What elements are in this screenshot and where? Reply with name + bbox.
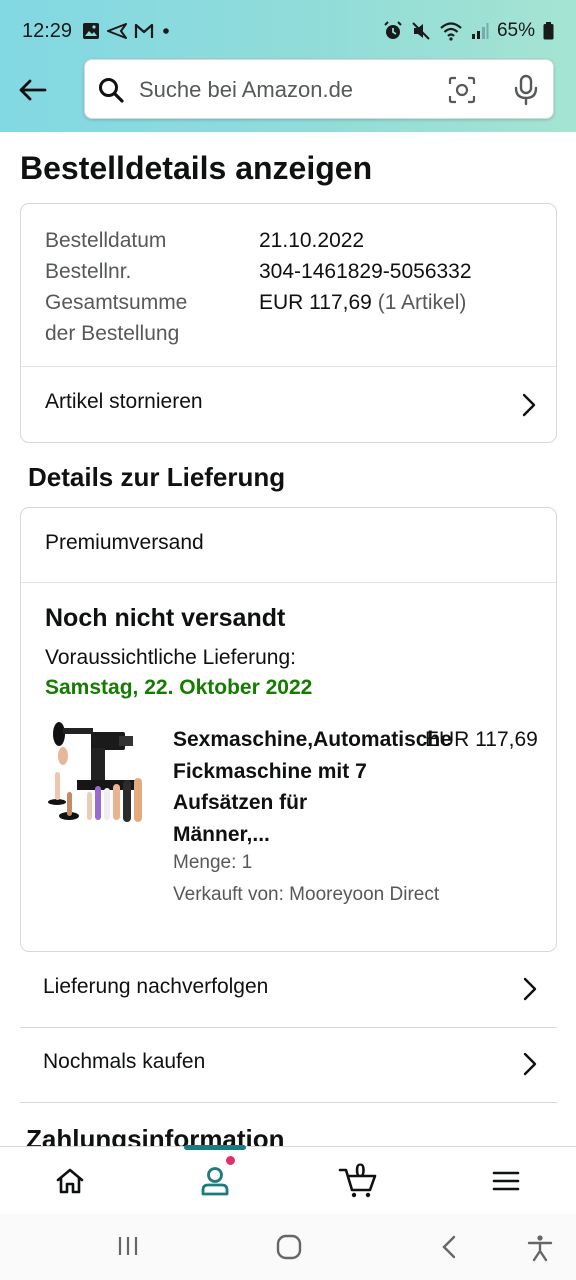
hamburger-menu-icon: [492, 1171, 520, 1191]
home-icon: [56, 1168, 84, 1194]
shipment-status: Noch nicht versandt: [45, 604, 286, 632]
battery-icon: [543, 22, 554, 40]
product-seller: Verkauft von: Mooreyoon Direct: [173, 884, 440, 905]
product-quantity: Menge: 1: [173, 852, 253, 873]
product-image[interactable]: [47, 722, 151, 828]
arrow-left-icon: [19, 79, 47, 101]
order-item-count: (1 Artikel): [377, 291, 467, 314]
chevron-right-icon: [523, 1052, 537, 1076]
status-bar: 12:29 65%: [0, 0, 576, 64]
back-button[interactable]: [12, 72, 52, 108]
cart-count: 0: [355, 1161, 366, 1182]
order-total-value: EUR 117,69: [259, 291, 372, 314]
buy-again-label: Nochmals kaufen: [43, 1050, 206, 1073]
cancel-items-label: Artikel stornieren: [45, 390, 203, 413]
recent-apps-icon[interactable]: [116, 1234, 140, 1258]
mute-icon: [412, 22, 430, 40]
order-date-value: 21.10.2022: [259, 229, 365, 252]
track-delivery-link[interactable]: Lieferung nachverfolgen: [20, 953, 557, 1028]
page-title: Bestelldetails anzeigen: [20, 150, 373, 186]
back-chevron-icon[interactable]: [440, 1234, 458, 1260]
delivery-card: Premiumversand Noch nicht versandt Vorau…: [20, 507, 557, 952]
gmail-icon: [134, 23, 154, 38]
divider: [21, 582, 556, 583]
notification-dot: [225, 1155, 236, 1166]
product-price: EUR 117,69: [425, 728, 538, 751]
app-header: 12:29 65% Suche bei Amazon.de: [0, 0, 576, 132]
alarm-icon: [384, 21, 402, 39]
search-icon: [99, 78, 124, 103]
wifi-icon: [440, 22, 462, 41]
track-delivery-label: Lieferung nachverfolgen: [43, 975, 269, 998]
microphone-icon[interactable]: [513, 74, 539, 106]
order-number-value: 304-1461829-5056332: [259, 260, 472, 283]
delivery-section-title: Details zur Lieferung: [28, 462, 286, 492]
battery-percent: 65%: [496, 20, 535, 41]
nav-menu[interactable]: [466, 1147, 546, 1215]
eta-date: Samstag, 22. Oktober 2022: [45, 676, 313, 699]
accessibility-icon[interactable]: [526, 1234, 554, 1262]
nav-account[interactable]: [175, 1147, 255, 1215]
person-icon: [201, 1167, 229, 1196]
buy-again-link[interactable]: Nochmals kaufen: [20, 1028, 557, 1103]
shipping-type: Premiumversand: [45, 531, 204, 554]
home-circle-icon[interactable]: [276, 1234, 302, 1260]
search-bar[interactable]: Suche bei Amazon.de: [84, 59, 554, 119]
order-total-label: Gesamtsumme: [45, 291, 188, 314]
status-time: 12:29: [22, 20, 73, 42]
gallery-icon: [83, 23, 99, 39]
order-date-label: Bestelldatum: [45, 229, 167, 252]
bottom-navigation: 0: [0, 1145, 576, 1215]
chevron-right-icon: [522, 393, 536, 417]
camera-scan-icon[interactable]: [447, 75, 477, 105]
signal-icon: [471, 23, 489, 39]
system-navigation-bar: [0, 1214, 576, 1280]
eta-label: Voraussichtliche Lieferung:: [45, 646, 296, 669]
order-total-label-2: der Bestellung: [45, 322, 180, 345]
search-input[interactable]: Suche bei Amazon.de: [139, 77, 353, 103]
chevron-right-icon: [523, 977, 537, 1001]
order-number-label: Bestellnr.: [45, 260, 132, 283]
cancel-items-link[interactable]: Artikel stornieren: [21, 367, 556, 443]
nav-home[interactable]: [30, 1147, 110, 1215]
dot-icon: [163, 28, 169, 34]
order-summary-card: Bestelldatum 21.10.2022 Bestellnr. 304-1…: [20, 203, 557, 443]
send-icon: [107, 23, 127, 39]
